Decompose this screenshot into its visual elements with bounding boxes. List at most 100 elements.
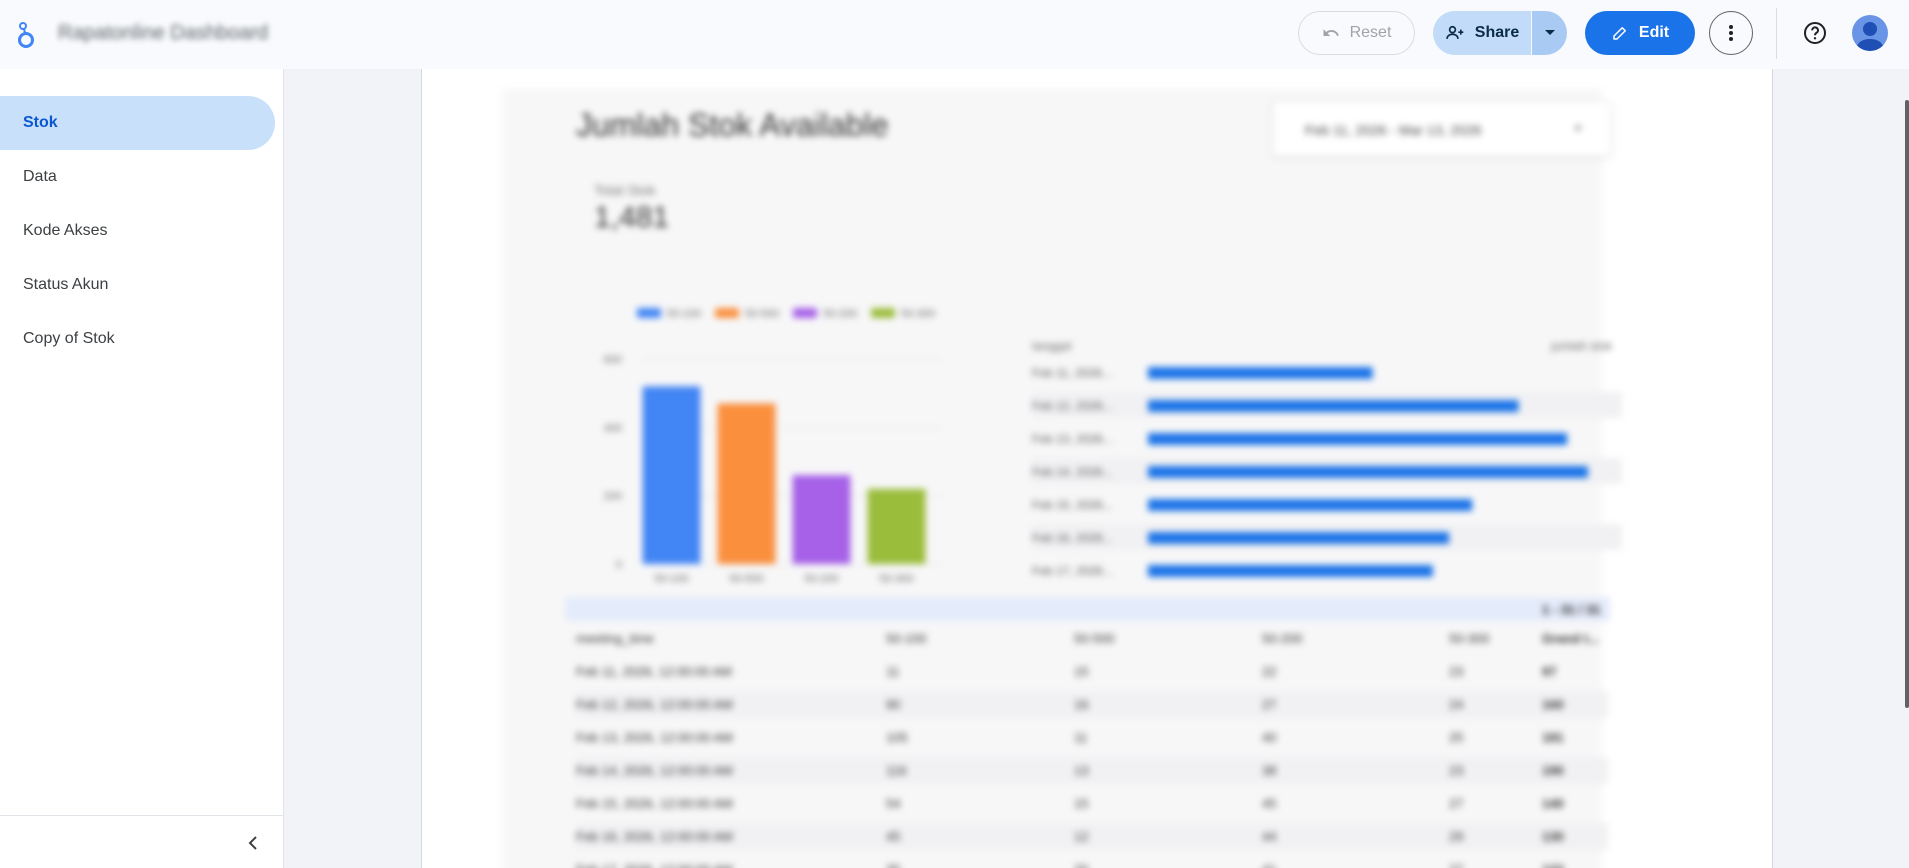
table-cell: 45: [1262, 796, 1277, 811]
caret-down-icon: [1544, 30, 1555, 35]
table-title-strip: [565, 597, 1610, 621]
table-cell: 24: [1449, 697, 1464, 712]
table-cell: 23: [1449, 763, 1464, 778]
table-cell: 105: [886, 730, 908, 745]
table-row: Feb 11, 2026, 12:00:00 AM 11 15 22 23 97: [576, 658, 1608, 685]
undo-icon: [1323, 29, 1339, 36]
pencil-icon: [1613, 27, 1626, 40]
table-cell: 45: [886, 829, 901, 844]
table-cell: Feb 17, 2026, 12:00:00 AM: [576, 862, 733, 868]
y-tick-label: 200: [604, 491, 622, 503]
table-cell: 25: [1449, 730, 1464, 745]
table-cell: 27: [1262, 697, 1277, 712]
hbar: [1148, 565, 1433, 577]
report-page: Jumlah Stok Available Feb 11, 2026 - Mar…: [421, 69, 1773, 868]
table-cell: Feb 14, 2026, 12:00:00 AM: [576, 763, 733, 778]
hbar: [1148, 466, 1588, 478]
sidebar-item-label: Status Akun: [23, 276, 109, 293]
legend-swatch: [715, 308, 739, 318]
table-cell: 190: [1542, 763, 1564, 778]
share-dropdown-button[interactable]: [1531, 11, 1567, 55]
table-cell: 23: [1449, 664, 1464, 679]
table-cell: 130: [1542, 829, 1564, 844]
sidebar-item-copy-of-stok[interactable]: Copy of Stok: [0, 312, 275, 366]
date-range-value: Feb 11, 2026 - Mar 13, 2026: [1305, 122, 1482, 138]
table-row: Feb 17, 2026, 12:00:00 AM 35 20 41 27 123: [576, 856, 1608, 868]
legend-label: 50-300: [901, 308, 935, 320]
table-cell: 90: [886, 697, 901, 712]
hbar: [1148, 400, 1519, 412]
hbar: [1148, 367, 1373, 379]
table-row: Feb 15, 2026, 12:00:00 AM 54 15 45 27 140: [576, 790, 1608, 817]
edit-button[interactable]: Edit: [1585, 11, 1695, 55]
table-cell: 116: [886, 763, 907, 778]
stock-bar-chart: 0 200 400 600 50-100 50-100 50-500 50-500 50-200…: [604, 308, 942, 585]
table-row: Feb 13, 2026, 12:00:00 AM 105 11 40 25 181: [576, 724, 1608, 751]
sidebar-item-data[interactable]: Data: [0, 150, 275, 204]
table-row: Feb 12, 2026, 12:00:00 AM 90 16 27 24 160: [576, 691, 1608, 718]
looker-studio-logo-icon[interactable]: [16, 18, 40, 50]
sidebar-item-label: Stok: [23, 114, 58, 131]
daily-stock-hbar-chart: tanggal jumlah stok Feb 11, 2026... Feb 12,…: [1032, 339, 1622, 578]
table-cell: 38: [1262, 763, 1277, 778]
account-avatar[interactable]: [1852, 15, 1888, 51]
sidebar-item-label: Kode Akses: [23, 222, 108, 239]
reset-button[interactable]: Reset: [1298, 11, 1415, 55]
category-label: Feb 15, 2026...: [1032, 498, 1113, 512]
category-label: Feb 12, 2026...: [1032, 399, 1113, 413]
sidebar-item-stok[interactable]: Stok: [0, 96, 275, 150]
table-cell: 16: [1074, 697, 1089, 712]
page-navigation-sidebar: Stok Data Kode Akses Status Akun Copy of…: [0, 69, 284, 868]
table-row: meeting_time 50-100 50-500 50-200 50-300 Gran…: [576, 625, 1608, 652]
table-cell: 11: [1074, 730, 1088, 745]
person-add-icon: [1446, 25, 1464, 39]
share-button-group: Share: [1433, 11, 1567, 55]
share-label: Share: [1474, 24, 1520, 41]
collapse-sidebar-button[interactable]: [241, 831, 265, 855]
legend-swatch: [637, 308, 661, 318]
table-cell: 50-500: [1074, 631, 1115, 646]
table-cell: 40: [1262, 730, 1277, 745]
table-cell: 35: [886, 862, 900, 868]
table-row: Feb 16, 2026, 12:00:00 AM 45 12 44 29 130: [576, 823, 1608, 850]
sidebar-item-kode-akses[interactable]: Kode Akses: [0, 204, 275, 258]
axis-header-dimension: tanggal: [1032, 339, 1071, 353]
sidebar-item-status-akun[interactable]: Status Akun: [0, 258, 275, 312]
category-label: Feb 16, 2026...: [1032, 531, 1113, 545]
table-row: Feb 14, 2026, 12:00:00 AM 116 13 38 23 190: [576, 757, 1608, 784]
x-tick-label: 50-200: [804, 573, 838, 585]
sidebar-item-label: Copy of Stok: [23, 330, 115, 347]
x-tick-label: 50-300: [879, 573, 913, 585]
date-range-control[interactable]: Feb 11, 2026 - Mar 13, 2026 ▾: [1272, 101, 1612, 157]
report-title: Jumlah Stok Available: [576, 107, 889, 143]
table-cell: 41: [1262, 862, 1276, 868]
bar: [792, 475, 851, 564]
toolbar-divider: [1776, 8, 1777, 59]
scorecard-value: 1,481: [594, 201, 670, 234]
table-cell: 22: [1262, 664, 1277, 679]
share-button[interactable]: Share: [1433, 11, 1531, 55]
category-label: Feb 17, 2026...: [1032, 564, 1113, 578]
edit-label: Edit: [1638, 24, 1670, 41]
help-button[interactable]: [1796, 14, 1834, 52]
category-label: Feb 11, 2026...: [1032, 366, 1112, 380]
report-name[interactable]: Rapatonline Dashboard: [58, 22, 268, 45]
y-tick-label: 600: [604, 354, 622, 366]
table-cell: Feb 16, 2026, 12:00:00 AM: [576, 829, 733, 844]
category-label: Feb 14, 2026...: [1032, 465, 1113, 479]
vertical-scrollbar[interactable]: [1905, 100, 1909, 708]
help-icon: [1804, 22, 1826, 44]
table-cell: 50-200: [1262, 631, 1303, 646]
table-cell: 181: [1542, 730, 1564, 745]
table-cell: Feb 12, 2026, 12:00:00 AM: [576, 697, 733, 712]
scorecard-label: Total Stok: [594, 182, 656, 198]
table-cell: Grand t...: [1542, 631, 1600, 646]
legend-label: 50-500: [745, 308, 779, 320]
category-label: Feb 13, 2026...: [1032, 432, 1113, 446]
more-options-button[interactable]: [1709, 11, 1753, 55]
table-cell: 50-300: [1449, 631, 1490, 646]
table-cell: 20: [1074, 862, 1088, 868]
bar: [717, 403, 776, 564]
table-pagination: 1 - 31 / 31: [1542, 602, 1601, 617]
top-bar: Rapatonline Dashboard Reset Share Edit: [0, 0, 1909, 69]
